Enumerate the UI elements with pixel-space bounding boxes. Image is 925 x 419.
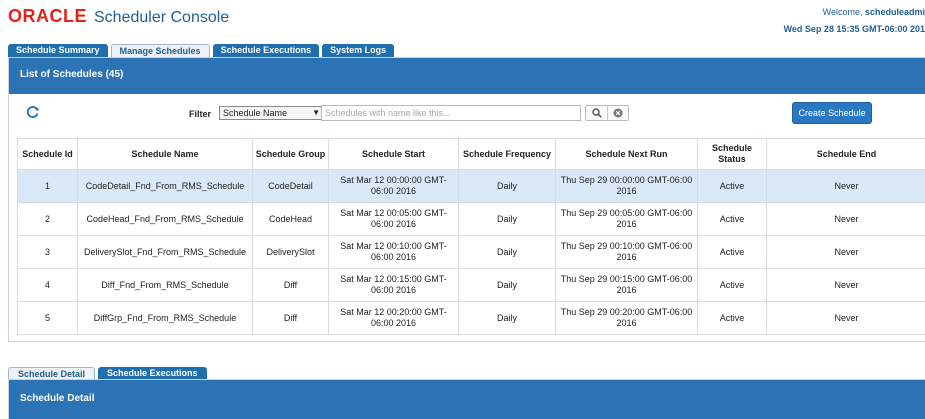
cell-group: Diff [252,301,329,335]
schedules-table-container: Schedule Id Schedule Name Schedule Group… [17,138,925,343]
table-row[interactable]: 4 Diff_Fnd_From_RMS_Schedule Diff Sat Ma… [17,268,925,302]
search-icon[interactable] [586,106,607,120]
cell-id: 5 [17,301,78,335]
filter-label: Filter [189,109,212,119]
tab-system-logs[interactable]: System Logs [322,44,395,57]
cell-end: Never [766,301,925,335]
cell-status: Active [697,202,767,236]
column-header-id[interactable]: Schedule Id [17,138,78,170]
schedule-list-panel: List of Schedules (45) Filter Schedule N… [8,57,925,342]
schedule-detail-panel: Schedule Detail [8,379,925,419]
cell-start: Sat Mar 12 00:10:00 GMT-06:00 2016 [328,235,459,269]
app-title: Scheduler Console [94,9,230,26]
chevron-down-icon: ▼ [312,108,320,117]
welcome-text: Welcome, scheduleadmi [823,7,925,17]
tab-schedule-executions[interactable]: Schedule Executions [212,44,320,57]
column-header-name[interactable]: Schedule Name [77,138,253,170]
tab-detail-schedule-executions[interactable]: Schedule Executions [98,367,207,379]
cell-id: 3 [17,235,78,269]
cell-group: CodeDetail [252,169,329,203]
table-row[interactable]: 3 DeliverySlot_Fnd_From_RMS_Schedule Del… [17,235,925,269]
detail-panel-title: Schedule Detail [9,380,925,419]
cell-name: CodeDetail_Fnd_From_RMS_Schedule [77,169,253,203]
cell-name: DiffGrp_Fnd_From_RMS_Schedule [77,301,253,335]
list-toolbar: Filter Schedule Name ▼ Create Schedule [9,94,925,139]
schedules-table: Schedule Id Schedule Name Schedule Group… [17,138,925,335]
cell-start: Sat Mar 12 00:20:00 GMT-06:00 2016 [328,301,459,335]
cell-status: Active [697,235,767,269]
oracle-logo: ORACLE [8,6,87,26]
welcome-prefix: Welcome, [822,7,865,17]
create-schedule-button[interactable]: Create Schedule [792,102,872,124]
cell-status: Active [697,301,767,335]
tab-schedule-detail[interactable]: Schedule Detail [8,367,96,379]
detail-tabs: Schedule Detail Schedule Executions [8,367,207,379]
cell-name: DeliverySlot_Fnd_From_RMS_Schedule [77,235,253,269]
cell-end: Never [766,268,925,302]
cell-frequency: Daily [458,268,556,302]
tab-manage-schedules[interactable]: Manage Schedules [110,44,210,57]
filter-select[interactable]: Schedule Name ▼ [219,106,324,120]
cell-name: CodeHead_Fnd_From_RMS_Schedule [77,202,253,236]
column-header-status[interactable]: Schedule Status [697,138,767,170]
cell-name: Diff_Fnd_From_RMS_Schedule [77,268,253,302]
cell-start: Sat Mar 12 00:15:00 GMT-06:00 2016 [328,268,459,302]
app-header: ORACLE Scheduler Console Welcome, schedu… [0,0,925,42]
cell-start: Sat Mar 12 00:00:00 GMT-06:00 2016 [328,169,459,203]
column-header-start[interactable]: Schedule Start [328,138,459,170]
cell-group: Diff [252,268,329,302]
cell-next-run: Thu Sep 29 00:00:00 GMT-06:00 2016 [555,169,698,203]
column-header-end[interactable]: Schedule End [766,138,925,170]
main-tabs: Schedule Summary Manage Schedules Schedu… [8,44,395,57]
cell-start: Sat Mar 12 00:05:00 GMT-06:00 2016 [328,202,459,236]
cell-end: Never [766,202,925,236]
cell-frequency: Daily [458,169,556,203]
cell-group: DeliverySlot [252,235,329,269]
search-input[interactable] [321,105,581,121]
table-header-row: Schedule Id Schedule Name Schedule Group… [17,138,925,170]
username[interactable]: scheduleadmi [865,7,925,17]
table-row[interactable]: 1 CodeDetail_Fnd_From_RMS_Schedule CodeD… [17,169,925,203]
cell-status: Active [697,169,767,203]
cell-next-run: Thu Sep 29 00:05:00 GMT-06:00 2016 [555,202,698,236]
brand: ORACLE Scheduler Console [8,6,229,27]
filter-select-value: Schedule Name [223,108,288,118]
column-header-next-run[interactable]: Schedule Next Run [555,138,698,170]
current-datetime: Wed Sep 28 15:35 GMT-06:00 201 [783,24,925,34]
search-button-group [585,105,629,121]
table-row[interactable]: 2 CodeHead_Fnd_From_RMS_Schedule CodeHea… [17,202,925,236]
column-header-frequency[interactable]: Schedule Frequency [458,138,556,170]
column-header-group[interactable]: Schedule Group [252,138,329,170]
cell-id: 4 [17,268,78,302]
table-row[interactable]: 5 DiffGrp_Fnd_From_RMS_Schedule Diff Sat… [17,301,925,335]
cell-next-run: Thu Sep 29 00:10:00 GMT-06:00 2016 [555,235,698,269]
cell-end: Never [766,169,925,203]
cell-id: 2 [17,202,78,236]
cell-next-run: Thu Sep 29 00:15:00 GMT-06:00 2016 [555,268,698,302]
cell-frequency: Daily [458,235,556,269]
cell-end: Never [766,235,925,269]
clear-icon[interactable] [607,106,628,120]
refresh-icon[interactable] [26,105,40,119]
cell-id: 1 [17,169,78,203]
tab-schedule-summary[interactable]: Schedule Summary [8,44,108,57]
cell-group: CodeHead [252,202,329,236]
cell-frequency: Daily [458,301,556,335]
cell-status: Active [697,268,767,302]
cell-next-run: Thu Sep 29 00:20:00 GMT-06:00 2016 [555,301,698,335]
cell-frequency: Daily [458,202,556,236]
panel-title: List of Schedules (45) [9,58,925,94]
